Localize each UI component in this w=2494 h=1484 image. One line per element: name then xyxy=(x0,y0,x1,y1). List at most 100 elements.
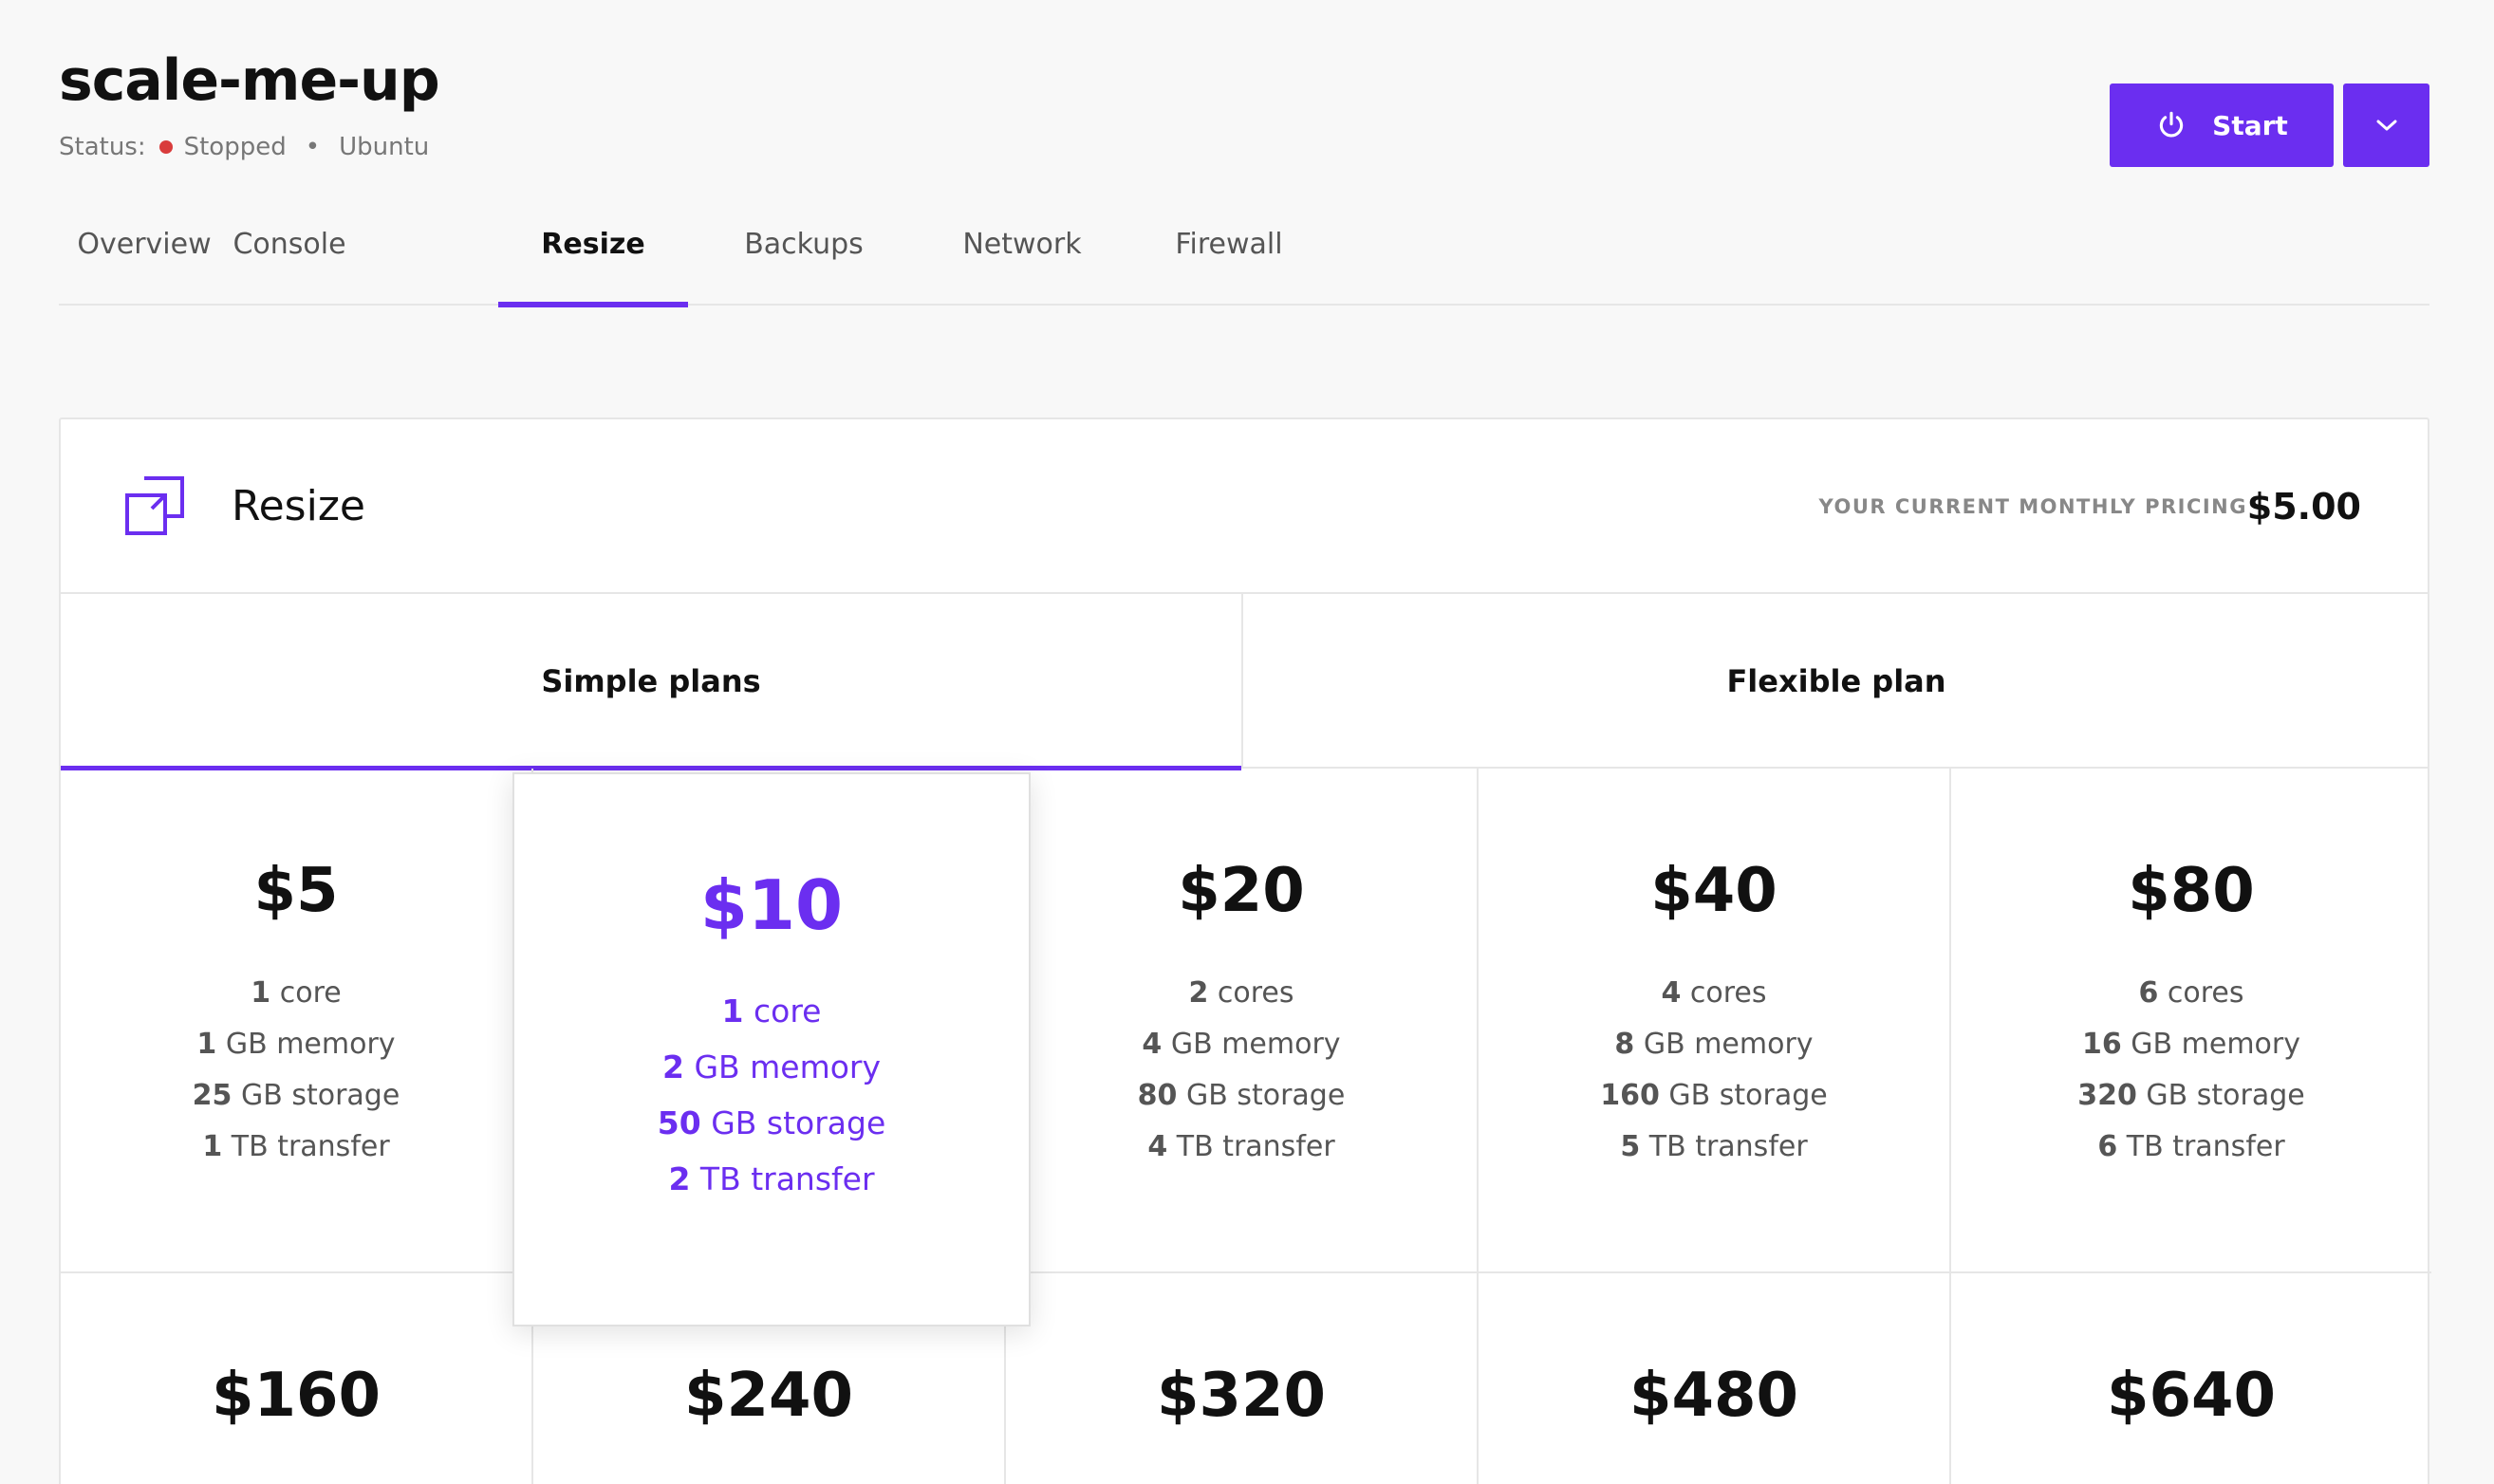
pricing-value: $5.00 xyxy=(2246,486,2361,528)
page-title: scale-me-up xyxy=(59,47,440,114)
plan-card[interactable]: $40 4 cores 8 GB memory 160 GB storage 5… xyxy=(1479,769,1951,1273)
status-label: Status: xyxy=(59,133,146,161)
plan-price: $40 xyxy=(1650,856,1777,926)
plan-tabs: Simple plans Flexible plan xyxy=(61,594,2429,770)
storage-unit: GB storage xyxy=(1668,1079,1828,1112)
plan-specs: 6 cores 16 GB memory 320 GB storage 6 TB… xyxy=(1951,968,2431,1173)
storage-value: 50 xyxy=(657,1104,701,1141)
plan-specs: 4 cores 8 GB memory 160 GB storage 5 TB … xyxy=(1479,968,1949,1173)
plan-card[interactable]: $80 6 cores 16 GB memory 320 GB storage … xyxy=(1951,769,2431,1273)
pricing-label: YOUR CURRENT MONTHLY PRICING xyxy=(1818,495,2247,518)
plan-price: $160 xyxy=(211,1361,382,1431)
os-label: Ubuntu xyxy=(339,133,430,161)
plan-specs: 2 cores 4 GB memory 80 GB storage 4 TB t… xyxy=(1006,968,1477,1173)
transfer-unit: TB transfer xyxy=(1176,1130,1335,1163)
storage-unit: GB storage xyxy=(1185,1079,1346,1112)
plan-specs: 1 core 1 GB memory 25 GB storage 1 TB tr… xyxy=(61,968,531,1173)
more-actions-button[interactable] xyxy=(2343,83,2429,167)
plan-price: $10 xyxy=(699,865,844,945)
transfer-unit: TB transfer xyxy=(1648,1130,1808,1163)
chevron-down-icon xyxy=(2376,120,2396,131)
tab-label: Resize xyxy=(541,228,645,261)
plan-card[interactable]: $5 1 core 1 GB memory 25 GB storage 1 TB… xyxy=(61,769,533,1273)
droplet-page: scale-me-up Status: Stopped • Ubuntu Sta… xyxy=(0,0,2494,1484)
resize-icon xyxy=(125,476,184,535)
card-title: Resize xyxy=(232,482,365,530)
memory-unit: GB memory xyxy=(694,1048,882,1085)
tab-network[interactable]: Network xyxy=(941,211,1103,306)
plan-card[interactable]: $480 xyxy=(1479,1273,1951,1484)
cores-unit: cores xyxy=(1217,976,1294,1010)
plan-card[interactable]: $160 xyxy=(61,1273,533,1484)
cores-unit: core xyxy=(753,992,822,1030)
plan-grid: $5 1 core 1 GB memory 25 GB storage 1 TB… xyxy=(61,769,2431,1484)
start-label: Start xyxy=(2212,109,2288,141)
tab-label: Network xyxy=(962,228,1082,261)
transfer-value: 5 xyxy=(1620,1130,1641,1163)
tab-label: Simple plans xyxy=(541,663,761,699)
memory-unit: GB memory xyxy=(225,1028,396,1061)
nav-tabs: Overview Console Resize Backups Network … xyxy=(59,211,2429,307)
cores-value: 6 xyxy=(2138,976,2159,1010)
tab-simple-plans[interactable]: Simple plans xyxy=(61,594,1243,770)
tab-backups[interactable]: Backups xyxy=(723,211,884,306)
plan-price: $20 xyxy=(1178,856,1305,926)
memory-value: 1 xyxy=(196,1028,217,1061)
transfer-unit: TB transfer xyxy=(699,1160,875,1197)
tab-console[interactable]: Console xyxy=(215,211,363,306)
cores-unit: cores xyxy=(1689,976,1767,1010)
plan-card[interactable]: $640 xyxy=(1951,1273,2431,1484)
tab-label: Overview xyxy=(77,228,212,261)
resize-card: Resize YOUR CURRENT MONTHLY PRICING $5.0… xyxy=(59,417,2431,1484)
memory-value: 8 xyxy=(1614,1028,1635,1061)
transfer-unit: TB transfer xyxy=(2126,1130,2285,1163)
separator: • xyxy=(305,133,321,161)
memory-value: 4 xyxy=(1142,1028,1163,1061)
plan-price: $5 xyxy=(253,856,339,926)
cores-unit: cores xyxy=(2167,976,2244,1010)
transfer-value: 2 xyxy=(668,1160,691,1197)
tab-overview[interactable]: Overview xyxy=(77,211,211,306)
memory-unit: GB memory xyxy=(1643,1028,1814,1061)
memory-unit: GB memory xyxy=(1170,1028,1341,1061)
storage-value: 320 xyxy=(2077,1079,2137,1112)
cores-value: 1 xyxy=(721,992,744,1030)
storage-unit: GB storage xyxy=(711,1104,886,1141)
plan-card-selected[interactable]: $10 1 core 2 GB memory 50 GB storage 2 T… xyxy=(512,772,1031,1326)
plan-price: $240 xyxy=(683,1361,854,1431)
storage-value: 80 xyxy=(1137,1079,1178,1112)
transfer-unit: TB transfer xyxy=(231,1130,390,1163)
memory-value: 2 xyxy=(661,1048,684,1085)
tab-label: Flexible plan xyxy=(1726,663,1946,699)
tab-resize[interactable]: Resize xyxy=(498,211,688,307)
plan-specs: 1 core 2 GB memory 50 GB storage 2 TB tr… xyxy=(514,983,1029,1207)
storage-value: 160 xyxy=(1600,1079,1660,1112)
tab-label: Console xyxy=(233,228,346,261)
status-line: Status: Stopped • Ubuntu xyxy=(59,133,429,161)
cores-unit: core xyxy=(279,976,342,1010)
storage-value: 25 xyxy=(192,1079,233,1112)
memory-unit: GB memory xyxy=(2131,1028,2300,1061)
transfer-value: 6 xyxy=(2097,1130,2118,1163)
storage-unit: GB storage xyxy=(240,1079,400,1112)
plan-card[interactable]: $320 xyxy=(1006,1273,1479,1484)
tab-flexible-plan[interactable]: Flexible plan xyxy=(1243,594,2429,769)
status-dot-icon xyxy=(158,140,173,154)
plan-price: $320 xyxy=(1156,1361,1327,1431)
cores-value: 1 xyxy=(251,976,271,1010)
plan-price: $480 xyxy=(1629,1361,1799,1431)
plan-card[interactable]: $20 2 cores 4 GB memory 80 GB storage 4 … xyxy=(1006,769,1479,1273)
transfer-value: 1 xyxy=(202,1130,223,1163)
plan-price: $640 xyxy=(2106,1361,2277,1431)
status-value: Stopped xyxy=(183,133,287,161)
storage-unit: GB storage xyxy=(2146,1079,2305,1112)
power-icon xyxy=(2160,111,2184,138)
plan-price: $80 xyxy=(2128,856,2255,926)
card-header: Resize YOUR CURRENT MONTHLY PRICING $5.0… xyxy=(61,419,2428,594)
start-button[interactable]: Start xyxy=(2110,83,2334,167)
tab-firewall[interactable]: Firewall xyxy=(1148,211,1310,306)
cores-value: 2 xyxy=(1188,976,1209,1010)
memory-value: 16 xyxy=(2081,1028,2122,1061)
cores-value: 4 xyxy=(1661,976,1682,1010)
tab-label: Backups xyxy=(744,228,864,261)
